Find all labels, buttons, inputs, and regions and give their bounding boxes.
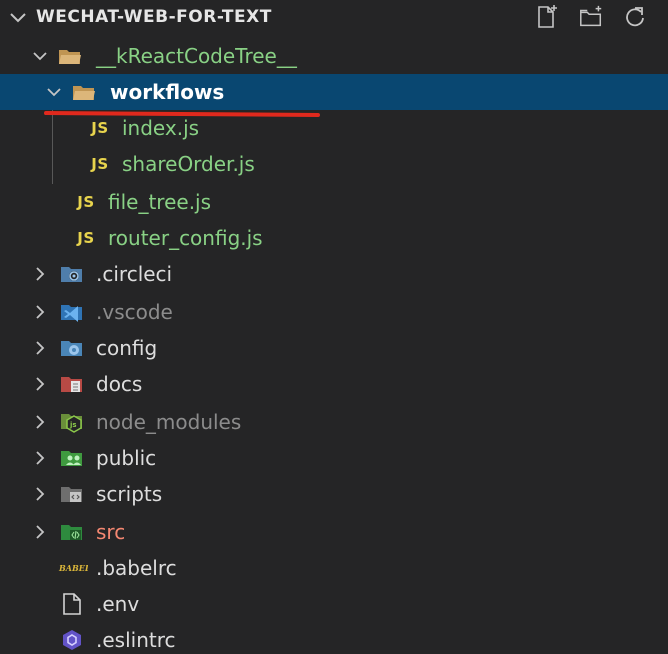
chevron-down-icon[interactable] (8, 5, 28, 29)
eslint-file-icon (60, 628, 84, 652)
tree-file-eslintrc[interactable]: .eslintrc (0, 622, 668, 654)
tree-file-env[interactable]: .env (0, 586, 668, 622)
config-folder-icon (60, 336, 84, 360)
header-actions (534, 4, 648, 30)
file-icon (60, 592, 84, 616)
tree-item-label: file_tree.js (108, 190, 212, 214)
tree-item-label: .vscode (96, 300, 173, 324)
tree-item-label: node_modules (96, 410, 242, 434)
chevron-down-icon[interactable] (32, 46, 48, 66)
folder-open-icon (72, 80, 96, 104)
tree-file-index[interactable]: JS index.js (0, 110, 668, 146)
folder-open-icon (58, 44, 82, 68)
new-folder-icon[interactable] (578, 4, 604, 30)
javascript-file-icon: JS (77, 193, 95, 211)
tree-item-label: shareOrder.js (122, 152, 255, 176)
src-folder-icon (60, 520, 84, 544)
tree-folder-scripts[interactable]: scripts (0, 476, 668, 512)
tree-folder-vscode[interactable]: .vscode (0, 294, 668, 330)
new-file-icon[interactable] (534, 4, 560, 30)
tree-item-label: .env (96, 592, 140, 616)
svg-text:js: js (69, 421, 77, 429)
workspace-title: WECHAT-WEB-FOR-TEXT (36, 7, 272, 27)
tree-file-router-config[interactable]: JS router_config.js (0, 220, 668, 256)
chevron-down-icon[interactable] (46, 82, 62, 102)
tree-item-label: docs (96, 372, 143, 396)
tree-folder-circleci[interactable]: .circleci (0, 256, 668, 292)
babel-badge-text: BABEL (58, 563, 88, 573)
node-folder-icon: js (60, 410, 84, 434)
tree-file-shareorder[interactable]: JS shareOrder.js (0, 146, 668, 182)
chevron-right-icon[interactable] (32, 374, 48, 394)
tree-folder-workflows[interactable]: workflows (0, 74, 668, 110)
docs-folder-icon (60, 372, 84, 396)
javascript-file-icon: JS (91, 155, 109, 173)
chevron-right-icon[interactable] (32, 302, 48, 322)
explorer-header[interactable]: WECHAT-WEB-FOR-TEXT (0, 0, 668, 36)
circleci-folder-icon (60, 262, 84, 286)
tree-folder-root[interactable]: __kReactCodeTree__ (0, 38, 668, 74)
tree-item-label: .eslintrc (96, 628, 176, 652)
tree-item-label: config (96, 336, 158, 360)
tree-item-label: workflows (110, 80, 225, 104)
chevron-right-icon[interactable] (32, 522, 48, 542)
tree-item-label: __kReactCodeTree__ (96, 44, 297, 68)
refresh-icon[interactable] (622, 4, 648, 30)
tree-folder-src[interactable]: src (0, 514, 668, 550)
tree-item-label: router_config.js (108, 226, 263, 250)
javascript-file-icon: JS (77, 229, 95, 247)
public-folder-icon (60, 446, 84, 470)
scripts-folder-icon (60, 482, 84, 506)
vscode-folder-icon (60, 300, 84, 324)
tree-item-label: public (96, 446, 157, 470)
chevron-right-icon[interactable] (32, 264, 48, 284)
javascript-file-icon: JS (91, 119, 109, 137)
tree-item-label: src (96, 520, 126, 544)
tree-folder-config[interactable]: config (0, 330, 668, 366)
tree-item-label: .babelrc (96, 556, 177, 580)
babel-file-icon: BABEL (58, 556, 88, 580)
chevron-right-icon[interactable] (32, 412, 48, 432)
tree-folder-node-modules[interactable]: js node_modules (0, 404, 668, 440)
chevron-right-icon[interactable] (32, 338, 48, 358)
tree-folder-docs[interactable]: docs (0, 366, 668, 402)
tree-item-label: index.js (122, 116, 200, 140)
tree-item-label: .circleci (96, 262, 173, 286)
tree-file-file-tree[interactable]: JS file_tree.js (0, 184, 668, 220)
tree-item-label: scripts (96, 482, 163, 506)
tree-file-babelrc[interactable]: BABEL .babelrc (0, 550, 668, 586)
tree-folder-public[interactable]: public (0, 440, 668, 476)
chevron-right-icon[interactable] (32, 484, 48, 504)
chevron-right-icon[interactable] (32, 448, 48, 468)
file-explorer: WECHAT-WEB-FOR-TEXT __kReactCodeTree__ w… (0, 0, 668, 654)
